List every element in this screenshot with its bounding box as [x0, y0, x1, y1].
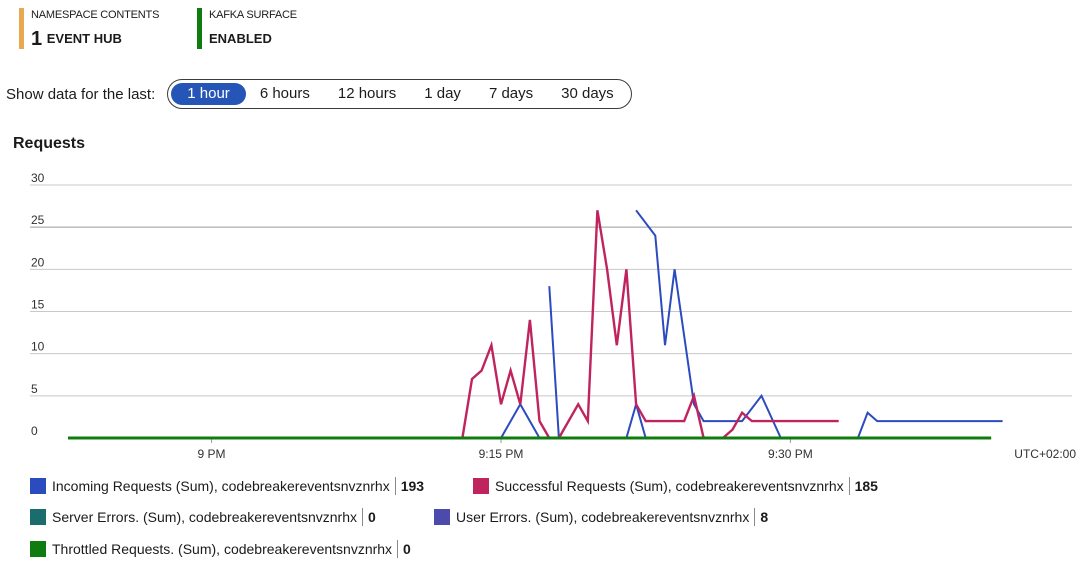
series-line-incoming-requests — [856, 411, 1003, 439]
legend-swatch — [473, 478, 489, 494]
range-option-30-days[interactable]: 30 days — [547, 83, 628, 105]
legend-user-errors[interactable]: User Errors. (Sum), codebreakereventsnvz… — [434, 508, 768, 526]
legend-divider — [848, 477, 850, 495]
legend-divider — [362, 508, 363, 526]
legend-incoming-requests[interactable]: Incoming Requests (Sum), codebreakereven… — [30, 477, 424, 495]
time-range-pill-group: 1 hour 6 hours 12 hours 1 day 7 days 30 … — [167, 79, 632, 109]
series-line-successful-requests — [722, 410, 839, 439]
x-tick-label: 9:30 PM — [768, 447, 813, 461]
legend-label: Server Errors. (Sum), codebreakereventsn… — [52, 509, 357, 525]
kafka-surface-tile[interactable]: KAFKA SURFACE ENABLED — [197, 8, 297, 49]
y-tick-label: 25 — [31, 213, 45, 227]
tile-label: KAFKA SURFACE — [209, 9, 297, 21]
x-tick-label: 9 PM — [198, 447, 226, 461]
range-option-7-days[interactable]: 7 days — [475, 83, 547, 105]
chart-title: Requests — [13, 135, 86, 152]
tile-value: ENABLED — [209, 30, 297, 48]
legend-label: Incoming Requests (Sum), codebreakereven… — [52, 478, 390, 494]
series-line-incoming-requests — [548, 286, 560, 439]
y-tick-label: 30 — [31, 171, 45, 185]
legend-divider — [754, 508, 756, 526]
namespace-contents-tile[interactable]: NAMESPACE CONTENTS 1 EVENT HUB — [19, 8, 160, 50]
series-line-incoming-requests — [625, 400, 647, 439]
x-tick-label: 9:15 PM — [479, 447, 524, 461]
legend-successful-requests[interactable]: Successful Requests (Sum), codebreakerev… — [473, 477, 878, 495]
legend-swatch — [30, 478, 46, 494]
time-range-selector: Show data for the last: 1 hour 6 hours 1… — [6, 79, 632, 109]
y-tick-label: 0 — [31, 424, 38, 438]
tile-value-text: ENABLED — [209, 31, 272, 46]
y-tick-label: 5 — [31, 382, 38, 396]
range-option-1-hour[interactable]: 1 hour — [171, 83, 246, 105]
tile-accent-bar — [197, 8, 202, 49]
range-option-1-day[interactable]: 1 day — [410, 83, 475, 105]
legend-divider — [394, 477, 396, 495]
legend-total: 0 — [403, 541, 411, 557]
legend-label: User Errors. (Sum), codebreakereventsnvz… — [456, 509, 750, 525]
tile-label: NAMESPACE CONTENTS — [31, 9, 160, 21]
y-tick-label: 20 — [31, 255, 45, 269]
tile-value: 1 EVENT HUB — [31, 28, 159, 50]
time-range-label: Show data for the last: — [6, 85, 156, 103]
legend-divider — [397, 540, 399, 558]
tile-accent-bar — [19, 8, 24, 49]
y-tick-label: 10 — [31, 340, 45, 354]
legend-server-errors[interactable]: Server Errors. (Sum), codebreakereventsn… — [30, 508, 376, 526]
legend-total: 0 — [368, 509, 376, 525]
tile-count: 1 — [31, 28, 43, 50]
tile-value-text: EVENT HUB — [46, 31, 122, 46]
legend-swatch — [30, 541, 46, 557]
range-option-6-hours[interactable]: 6 hours — [246, 83, 324, 105]
range-option-12-hours[interactable]: 12 hours — [324, 83, 410, 105]
legend-label: Throttled Requests. (Sum), codebreakerev… — [52, 541, 393, 557]
legend-total: 8 — [760, 509, 769, 525]
timezone-label: UTC+02:00 — [1014, 447, 1076, 461]
legend-total: 185 — [854, 478, 878, 494]
legend-total: 193 — [400, 478, 425, 494]
legend-label: Successful Requests (Sum), codebreakerev… — [495, 478, 844, 494]
series-line-incoming-requests — [500, 402, 541, 439]
legend-throttled-requests[interactable]: Throttled Requests. (Sum), codebreakerev… — [30, 540, 411, 558]
y-tick-label: 15 — [31, 298, 45, 312]
series-line-incoming-requests — [635, 209, 782, 439]
legend-swatch — [434, 509, 450, 525]
legend-swatch — [30, 509, 46, 525]
requests-chart[interactable]: 0 5 10 15 20 25 30 9 PM 9:15 PM 9:30 PM UTC+02:00 — [0, 170, 1088, 470]
